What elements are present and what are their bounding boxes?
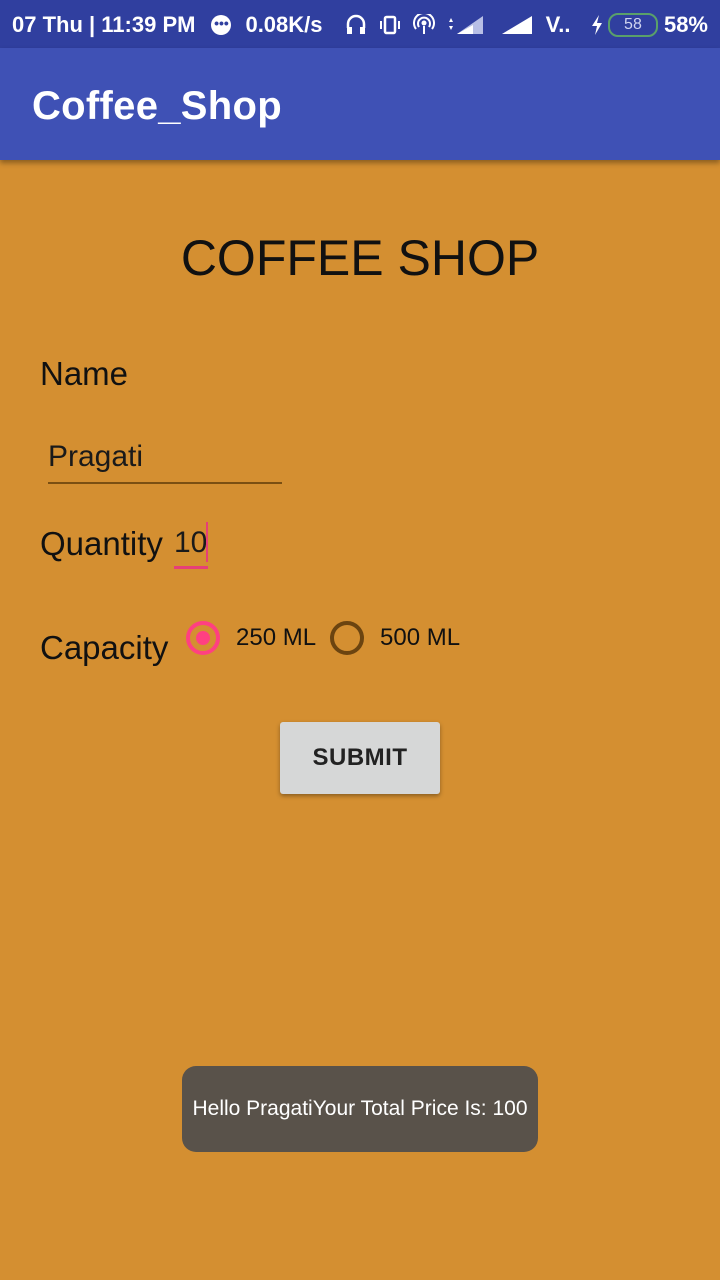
status-icons: V.. — [345, 0, 571, 48]
radio-250ml-label[interactable]: 250 ML — [236, 623, 316, 653]
name-input[interactable]: Pragati — [48, 434, 282, 484]
hotspot-icon — [413, 12, 436, 35]
carrier-name: V.. — [545, 12, 571, 38]
headphones-icon — [346, 15, 366, 35]
status-bar-right: 58 58% — [590, 0, 708, 49]
quantity-input[interactable]: 10 — [174, 520, 208, 569]
vibrate-icon — [380, 15, 401, 35]
signal-strength-2-icon — [501, 16, 532, 35]
app-bar: Coffee_Shop — [0, 48, 720, 160]
status-date-time: 07 Thu | 11:39 PM — [12, 12, 196, 38]
charging-bolt-icon — [591, 15, 602, 36]
text-cursor — [206, 522, 208, 562]
status-bar-left: 07 Thu | 11:39 PM ••• 0.08K/s — [12, 0, 323, 49]
app-title: Coffee_Shop — [32, 84, 282, 128]
battery-percent: 58% — [663, 12, 708, 38]
toast-message: Hello PragatiYour Total Price Is: 100 — [182, 1066, 538, 1152]
radio-500ml-label[interactable]: 500 ML — [380, 623, 460, 653]
capacity-label: Capacity — [40, 629, 169, 666]
name-label: Name — [40, 355, 129, 392]
submit-button[interactable]: SUBMIT — [280, 722, 440, 794]
radio-500ml[interactable] — [330, 621, 364, 655]
radio-250ml[interactable] — [186, 621, 220, 655]
signal-strength-icon — [449, 16, 484, 35]
page-heading: COFFEE SHOP — [180, 230, 540, 286]
quantity-label: Quantity — [40, 525, 163, 562]
network-speed: 0.08K/s — [245, 12, 323, 38]
more-dots-icon: ••• — [211, 15, 232, 36]
main-content: COFFEE SHOP Name Pragati Quantity 10 Cap… — [0, 160, 720, 1280]
status-bar: 07 Thu | 11:39 PM ••• 0.08K/s V.. 58 58% — [0, 0, 720, 48]
battery-icon: 58 — [607, 13, 658, 38]
